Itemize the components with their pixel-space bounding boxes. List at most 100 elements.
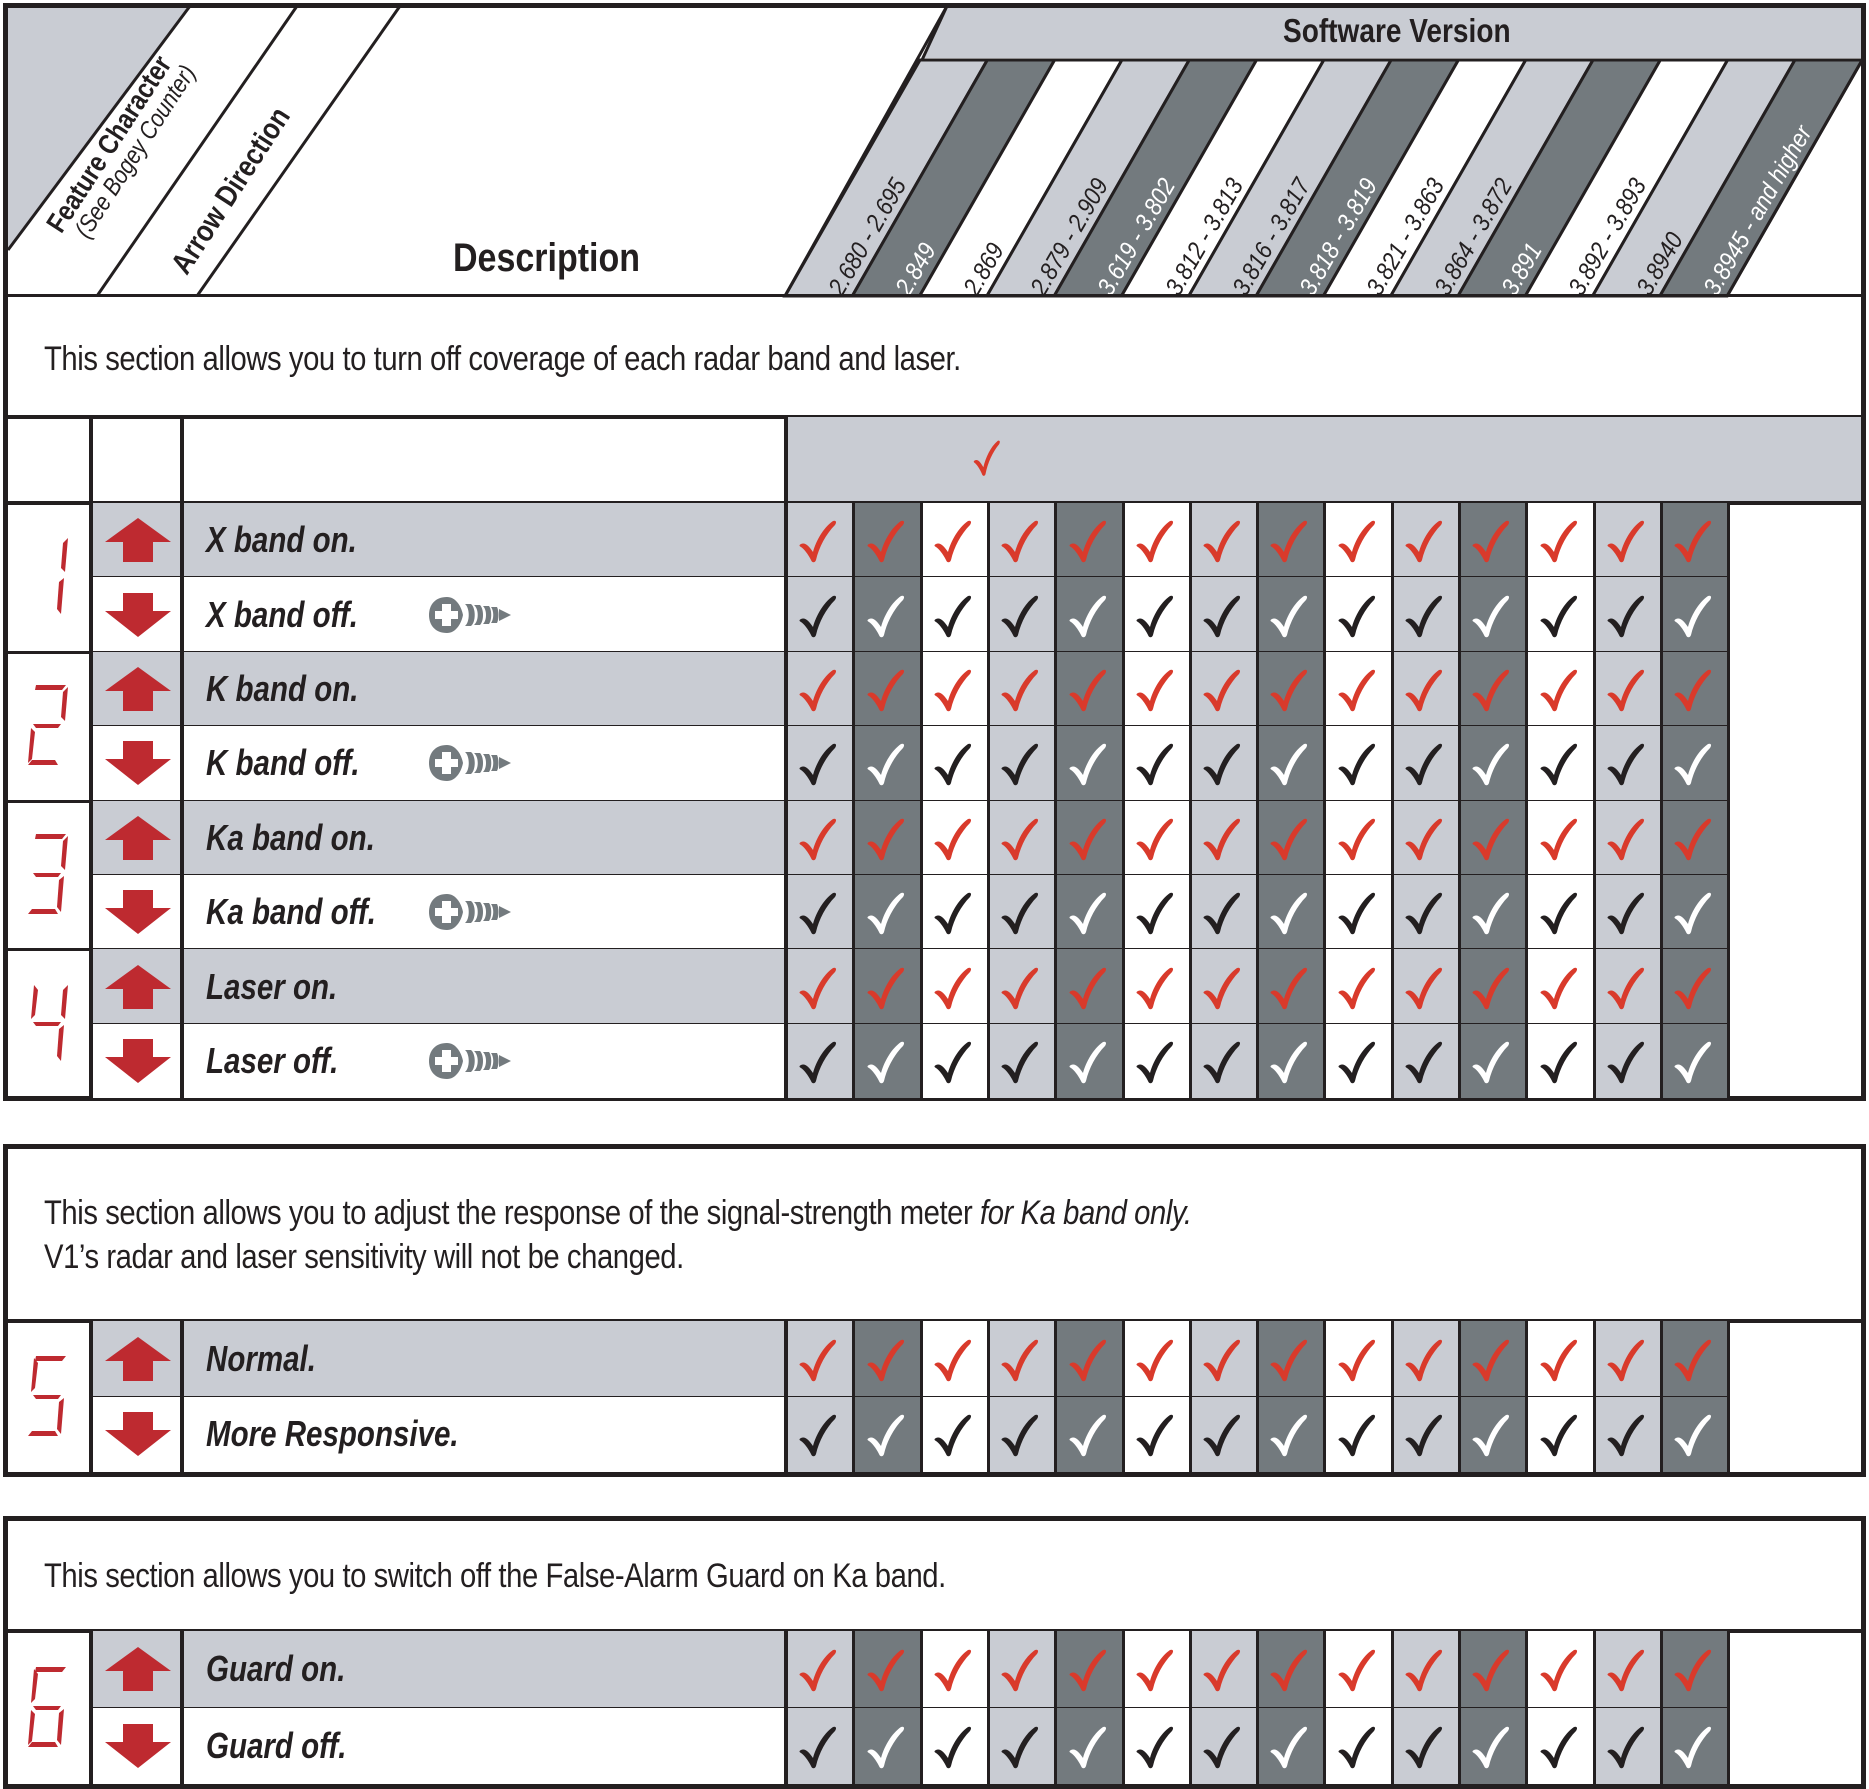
availability-cell <box>1525 800 1594 875</box>
availability-cell <box>1390 651 1459 727</box>
checkmark-icon <box>934 967 972 1009</box>
checkmark-icon <box>1001 1726 1039 1768</box>
checkmark-icon <box>1069 1649 1106 1692</box>
checkmark-icon <box>1607 818 1645 861</box>
availability-cell <box>785 949 853 1024</box>
section-intro: This section allows you to turn off cove… <box>44 337 961 381</box>
checkmark-icon <box>867 818 904 861</box>
availability-cell <box>1458 1023 1526 1099</box>
checkmark-icon <box>1674 1414 1712 1457</box>
checkmark-icon <box>934 818 972 861</box>
feature-description: Laser off. <box>206 1040 339 1081</box>
availability-cell <box>1525 1023 1594 1099</box>
availability-cell <box>1054 1707 1122 1784</box>
availability-cell <box>986 1023 1055 1099</box>
availability-cell <box>1390 875 1459 950</box>
availability-cell <box>919 1396 988 1472</box>
checkmark-icon <box>1203 1726 1241 1768</box>
checkmark-icon <box>934 892 972 935</box>
checkmark-icon <box>1001 1649 1039 1692</box>
checkmark-icon <box>1136 669 1173 712</box>
availability-cell <box>1188 1707 1257 1784</box>
checkmark-icon <box>934 669 972 712</box>
checkmark-icon <box>1405 744 1443 786</box>
checkmark-icon <box>1136 892 1173 935</box>
availability-cell <box>1121 577 1190 652</box>
checkmark-icon <box>1338 595 1375 637</box>
checkmark-icon <box>1472 669 1510 712</box>
checkmark-icon <box>1405 595 1443 637</box>
checkmark-icon <box>1270 744 1308 786</box>
availability-cell <box>1592 875 1661 950</box>
availability-cell <box>1188 949 1257 1024</box>
checkmark-icon <box>1540 967 1577 1009</box>
checkmark-icon <box>1472 967 1510 1009</box>
checkmark-icon <box>1405 1414 1443 1457</box>
checkmark-icon <box>799 669 837 712</box>
availability-cell <box>1323 1321 1392 1397</box>
checkmark-icon <box>1338 1041 1375 1084</box>
table-row <box>92 651 785 727</box>
availability-cell <box>1256 1707 1324 1784</box>
checkmark-icon <box>1203 744 1241 786</box>
checkmark-icon <box>1069 967 1106 1009</box>
availability-cell <box>785 1631 853 1708</box>
availability-cell <box>1256 503 1324 578</box>
arrow-up-icon <box>103 814 173 864</box>
checkmark-icon <box>1540 1041 1577 1084</box>
checkmark-icon <box>1674 967 1712 1009</box>
checkmark-icon <box>1338 1726 1375 1768</box>
checkmark-icon <box>867 1339 904 1381</box>
checkmark-icon <box>1405 1649 1443 1692</box>
checkmark-icon <box>1270 967 1308 1009</box>
availability-cell <box>1592 949 1661 1024</box>
checkmark-icon <box>1674 1649 1712 1692</box>
availability-cell <box>785 1396 853 1472</box>
availability-cell <box>919 503 988 578</box>
checkmark-icon <box>1203 520 1241 563</box>
table-row <box>92 1631 785 1708</box>
availability-cell <box>919 1631 988 1708</box>
arrow-up-icon <box>103 1645 173 1695</box>
checkmark-icon <box>1338 520 1375 563</box>
availability-cell <box>1592 651 1661 727</box>
checkmark-icon <box>1540 1414 1577 1457</box>
availability-cell <box>1592 503 1661 578</box>
availability-cell <box>986 1396 1055 1472</box>
checkmark-icon <box>1203 1414 1241 1457</box>
checkmark-icon <box>1540 669 1577 712</box>
availability-cell <box>1121 1321 1190 1397</box>
table-row <box>92 1707 785 1784</box>
checkmark-icon <box>1540 1339 1577 1381</box>
checkmark-icon <box>1540 1726 1577 1768</box>
checkmark-icon <box>799 967 837 1009</box>
availability-cell <box>1256 949 1324 1024</box>
checkmark-icon <box>1069 1339 1106 1381</box>
section-intro-emphasis: for Ka band only. <box>980 1193 1192 1232</box>
checkmark-icon <box>1069 1414 1106 1457</box>
availability-cell <box>919 726 988 801</box>
table-row <box>92 1321 785 1397</box>
availability-cell <box>986 503 1055 578</box>
availability-cell <box>1256 1321 1324 1397</box>
checkmark-icon <box>1472 595 1510 637</box>
availability-cell <box>1054 503 1122 578</box>
checkmark-icon <box>934 520 972 563</box>
checkmark-icon <box>1405 1041 1443 1084</box>
description-heading: Description <box>453 236 641 280</box>
availability-cell <box>1659 1023 1728 1099</box>
feature-availability-header <box>785 417 1861 503</box>
checkmark-icon <box>1674 1339 1712 1381</box>
availability-cell <box>1054 949 1122 1024</box>
checkmark-icon <box>867 1726 904 1768</box>
availability-cell <box>785 875 853 950</box>
availability-cell <box>986 577 1055 652</box>
availability-cell <box>852 1396 921 1472</box>
table-row <box>92 800 785 875</box>
checkmark-icon <box>1338 967 1375 1009</box>
checkmark-icon <box>1540 744 1577 786</box>
availability-cell <box>785 726 853 801</box>
checkmark-icon <box>1069 595 1106 637</box>
feature-description: More Responsive. <box>206 1413 459 1455</box>
availability-cell <box>1458 577 1526 652</box>
